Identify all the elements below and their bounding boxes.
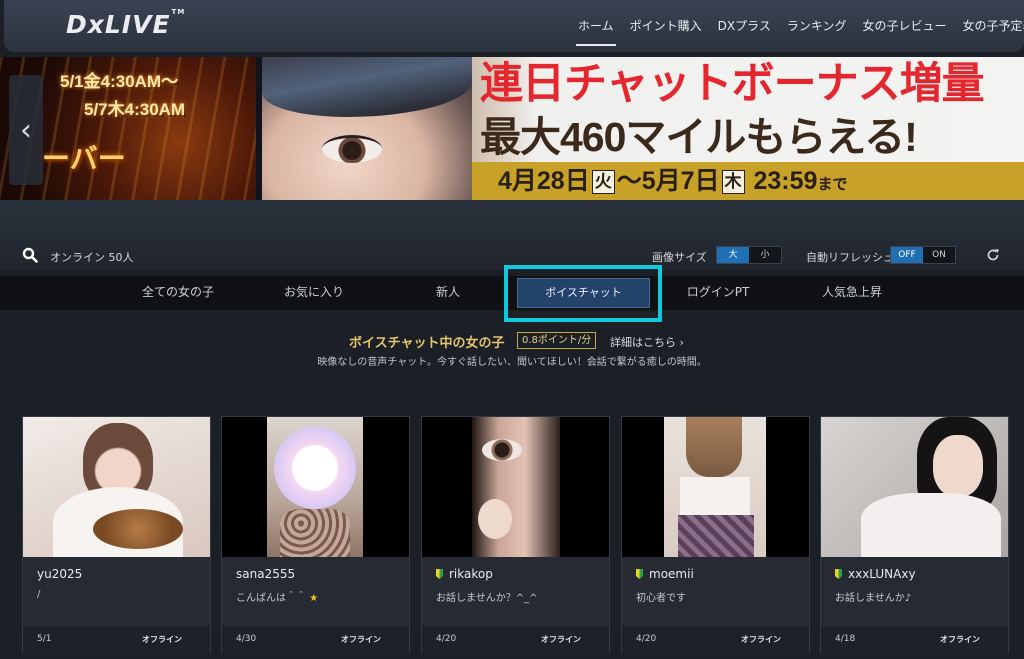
- card-footer: 4/20 オフライン: [422, 626, 609, 654]
- details-link[interactable]: 詳細はこちら ›: [610, 334, 684, 350]
- performer-name[interactable]: yu2025: [37, 567, 82, 581]
- tab-voice-chat[interactable]: ボイスチャット: [517, 278, 650, 308]
- tab-trending[interactable]: 人気急上昇: [794, 276, 910, 310]
- nav-dx-plus[interactable]: DXプラス: [710, 17, 779, 45]
- dxlive-logo[interactable]: DxLIVETM: [66, 8, 184, 39]
- performer-message: お話しませんか♪: [835, 593, 912, 604]
- nav-ranking[interactable]: ランキング: [779, 17, 855, 45]
- tab-login-pt[interactable]: ログインPT: [660, 276, 776, 310]
- last-online-date: 4/18: [835, 634, 856, 644]
- performer-card[interactable]: yu2025 / 5/1 オフライン: [22, 416, 211, 654]
- banner-subheadline: 最大460マイルもらえる!: [480, 114, 918, 160]
- card-footer: 4/30 オフライン: [222, 626, 409, 654]
- performer-photo[interactable]: [821, 417, 1008, 557]
- nav-buy-points[interactable]: ポイント購入: [622, 17, 710, 45]
- banner-period: 4月28日火～5月7日木 23:59まで: [498, 167, 848, 195]
- banner-left-date-start: 5/1金4:30AM～: [60, 72, 179, 91]
- auto-refresh-off-button[interactable]: OFF: [891, 247, 923, 263]
- nav-reviews[interactable]: 女の子レビュー: [855, 17, 955, 45]
- top-header: DxLIVETM ホーム ポイント購入 DXプラス ランキング 女の子レビュー …: [4, 0, 1024, 52]
- performer-name[interactable]: xxxLUNAxy: [835, 567, 916, 581]
- image-size-small-button[interactable]: 小: [749, 247, 781, 263]
- image-size-toggle: 大 小: [716, 246, 782, 264]
- tab-favorites[interactable]: お気に入り: [256, 276, 372, 310]
- performer-name[interactable]: sana2555: [236, 567, 295, 581]
- last-online-date: 4/30: [236, 634, 257, 644]
- beginner-icon: [436, 569, 443, 579]
- search-icon[interactable]: [22, 247, 38, 263]
- last-online-date: 5/1: [37, 634, 52, 644]
- performer-card[interactable]: xxxLUNAxy お話しませんか♪ 4/18 オフライン: [820, 416, 1009, 654]
- image-size-large-button[interactable]: 大: [717, 247, 749, 263]
- performer-message: 初心者です: [636, 593, 686, 604]
- tab-all-girls[interactable]: 全ての女の子: [120, 276, 236, 310]
- performer-card[interactable]: sana2555 こんばんは＾＾ ★ 4/30 オフライン: [221, 416, 410, 654]
- performer-name[interactable]: moemii: [636, 567, 694, 581]
- performer-message: お話しませんか？^_^: [436, 593, 538, 604]
- auto-refresh-label: 自動リフレッシュ: [806, 251, 894, 264]
- rate-badge: 0.8ポイント/分: [517, 332, 597, 349]
- main-nav: ホーム ポイント購入 DXプラス ランキング 女の子レビュー 女の子予定表 イ: [570, 17, 1024, 46]
- banner-left-text: ーバー: [42, 143, 126, 174]
- banner-left-date-end: 5/7木4:30AM: [84, 100, 186, 119]
- auto-refresh-toggle: OFF ON: [890, 246, 956, 264]
- nav-home[interactable]: ホーム: [570, 17, 622, 46]
- section-title: ボイスチャット中の女の子: [349, 336, 505, 351]
- card-footer: 4/20 オフライン: [622, 626, 809, 654]
- banner-headline: 連日チャットボーナス増量: [480, 60, 985, 108]
- performer-card[interactable]: moemii 初心者です 4/20 オフライン: [621, 416, 810, 654]
- status-badge: オフライン: [142, 635, 182, 644]
- tab-new[interactable]: 新人: [390, 276, 506, 310]
- performer-message: /: [37, 589, 41, 600]
- last-online-date: 4/20: [436, 634, 457, 644]
- star-icon: ★: [309, 593, 319, 604]
- nav-schedule[interactable]: 女の子予定表: [955, 17, 1024, 45]
- performer-photo[interactable]: [622, 417, 809, 557]
- status-badge: オフライン: [940, 635, 980, 644]
- card-footer: 4/18 オフライン: [821, 626, 1008, 654]
- image-size-label: 画像サイズ: [652, 251, 707, 264]
- chevron-right-icon: ›: [679, 336, 684, 349]
- performer-name[interactable]: rikakop: [436, 567, 493, 581]
- performer-photo[interactable]: [23, 417, 210, 557]
- online-count: オンライン 50人: [50, 251, 134, 264]
- chevron-left-icon: ‹: [20, 112, 32, 148]
- carousel-prev-button[interactable]: ‹: [9, 75, 43, 185]
- banner-main-slide[interactable]: 連日チャットボーナス増量 最大460マイルもらえる! 4月28日火～5月7日木 …: [262, 57, 1024, 200]
- banner-model-photo: [262, 57, 472, 200]
- status-badge: オフライン: [741, 635, 781, 644]
- card-footer: 5/1 オフライン: [23, 626, 210, 654]
- last-online-date: 4/20: [636, 634, 657, 644]
- auto-refresh-on-button[interactable]: ON: [923, 247, 955, 263]
- performer-photo[interactable]: [422, 417, 609, 557]
- beginner-icon: [636, 569, 643, 579]
- section-description: 映像なしの音声チャット。今すぐ話したい、聞いてほしい！会話で繋がる癒しの時間。: [317, 357, 707, 368]
- performer-photo[interactable]: [222, 417, 409, 557]
- status-badge: オフライン: [341, 635, 381, 644]
- refresh-icon[interactable]: [986, 248, 1000, 262]
- banner-carousel: 5/1金4:30AM～ 5/7木4:30AM ーバー ‹ 連日チャットボーナス増…: [0, 57, 1024, 200]
- status-badge: オフライン: [541, 635, 581, 644]
- performer-card[interactable]: rikakop お話しませんか？^_^ 4/20 オフライン: [421, 416, 610, 654]
- performer-message: こんばんは＾＾ ★: [236, 593, 319, 604]
- beginner-icon: [835, 569, 842, 579]
